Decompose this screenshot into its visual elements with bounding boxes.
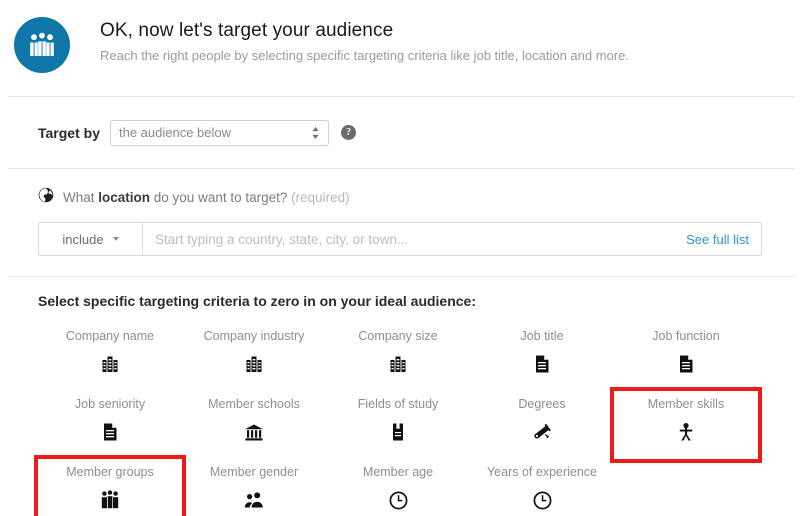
criteria-tile-member-skills[interactable]: Member skills xyxy=(610,387,762,463)
criteria-tile-member-age[interactable]: Member age xyxy=(326,459,470,516)
group-people-icon xyxy=(14,17,70,73)
select-stepper-icon xyxy=(311,125,320,140)
location-search-placeholder: Start typing a country, state, city, or … xyxy=(155,231,409,247)
criteria-tile-job-title[interactable]: Job title xyxy=(470,323,614,391)
criteria-section: Select specific targeting criteria to ze… xyxy=(0,277,802,516)
criteria-tile-label: Fields of study xyxy=(357,397,439,411)
criteria-tile-label: Degrees xyxy=(518,397,566,411)
location-question: What location do you want to target? (re… xyxy=(38,187,802,208)
clock-icon xyxy=(533,489,552,511)
include-exclude-dropdown[interactable]: include xyxy=(39,223,143,255)
group-people-icon xyxy=(100,489,120,511)
criteria-tile-company-size[interactable]: Company size xyxy=(326,323,470,391)
book-icon xyxy=(390,421,406,443)
bank-building-icon xyxy=(244,421,264,443)
criteria-tile-fields-of-study[interactable]: Fields of study xyxy=(326,391,470,459)
location-question-text: What location do you want to target? (re… xyxy=(63,190,350,205)
target-by-select[interactable]: the audience below xyxy=(109,119,329,146)
target-by-select-value: the audience below xyxy=(118,125,232,140)
criteria-tile-label: Job function xyxy=(652,329,720,343)
criteria-tile-label: Member gender xyxy=(209,465,299,479)
two-people-icon xyxy=(244,489,264,511)
criteria-tile-company-industry[interactable]: Company industry xyxy=(182,323,326,391)
criteria-row: Job seniority Member schools Fields of stu… xyxy=(38,387,778,463)
diploma-scroll-icon xyxy=(532,421,552,443)
criteria-row: Member groups Member gender Member age Year… xyxy=(34,455,778,516)
document-icon xyxy=(533,353,551,375)
page-subtitle: Reach the right people by selecting spec… xyxy=(100,48,629,63)
criteria-tile-member-groups[interactable]: Member groups xyxy=(34,455,186,516)
location-section: What location do you want to target? (re… xyxy=(0,169,802,276)
criteria-grid: Company name Company industry Company size… xyxy=(34,323,778,516)
criteria-heading: Select specific targeting criteria to ze… xyxy=(38,293,477,309)
target-by-row: Target by the audience below ? xyxy=(0,97,802,168)
office-building-icon xyxy=(388,353,408,375)
criteria-tile-label: Member groups xyxy=(66,465,154,479)
criteria-tile-label: Job title xyxy=(520,329,564,343)
question-mark-icon[interactable]: ? xyxy=(340,125,356,140)
clock-icon xyxy=(389,489,408,511)
person-icon xyxy=(678,421,694,443)
target-by-label: Target by xyxy=(38,124,100,141)
targeting-page: OK, now let's target your audience Reach… xyxy=(0,0,802,516)
criteria-tile-years-of-experience[interactable]: Years of experience xyxy=(470,459,614,516)
header-text-block: OK, now let's target your audience Reach… xyxy=(100,14,629,64)
criteria-tile-company-name[interactable]: Company name xyxy=(38,323,182,391)
criteria-tile-label: Company size xyxy=(358,329,438,343)
location-question-bold: location xyxy=(98,190,151,205)
criteria-tile-label: Years of experience xyxy=(486,465,598,479)
office-building-icon xyxy=(100,353,120,375)
criteria-tile-label: Company industry xyxy=(203,329,305,343)
document-icon xyxy=(101,421,119,443)
criteria-tile-member-gender[interactable]: Member gender xyxy=(182,459,326,516)
include-label: include xyxy=(62,231,104,247)
location-search-input[interactable]: Start typing a country, state, city, or … xyxy=(143,223,686,255)
criteria-tile-label: Member skills xyxy=(647,397,725,411)
location-question-suffix: do you want to target? xyxy=(150,190,292,205)
criteria-tile-job-seniority[interactable]: Job seniority xyxy=(38,391,182,459)
office-building-icon xyxy=(244,353,264,375)
criteria-row: Company name Company industry Company size… xyxy=(38,323,778,391)
criteria-tile-job-function[interactable]: Job function xyxy=(614,323,758,391)
chevron-down-icon xyxy=(112,237,119,241)
page-header: OK, now let's target your audience Reach… xyxy=(0,0,802,96)
criteria-tile-label: Member schools xyxy=(208,397,300,411)
location-required-tag: (required) xyxy=(291,190,350,205)
location-input-row: include Start typing a country, state, c… xyxy=(38,222,762,256)
criteria-tile-degrees[interactable]: Degrees xyxy=(470,391,614,459)
globe-icon xyxy=(38,187,54,208)
criteria-tile-member-schools[interactable]: Member schools xyxy=(182,391,326,459)
location-question-prefix: What xyxy=(63,190,99,205)
page-title: OK, now let's target your audience xyxy=(100,20,394,41)
see-full-list-link[interactable]: See full list xyxy=(686,223,761,255)
criteria-tile-label: Member age xyxy=(362,465,434,479)
document-icon xyxy=(677,353,695,375)
criteria-tile-label: Company name xyxy=(65,329,155,343)
criteria-tile-label: Job seniority xyxy=(74,397,146,411)
